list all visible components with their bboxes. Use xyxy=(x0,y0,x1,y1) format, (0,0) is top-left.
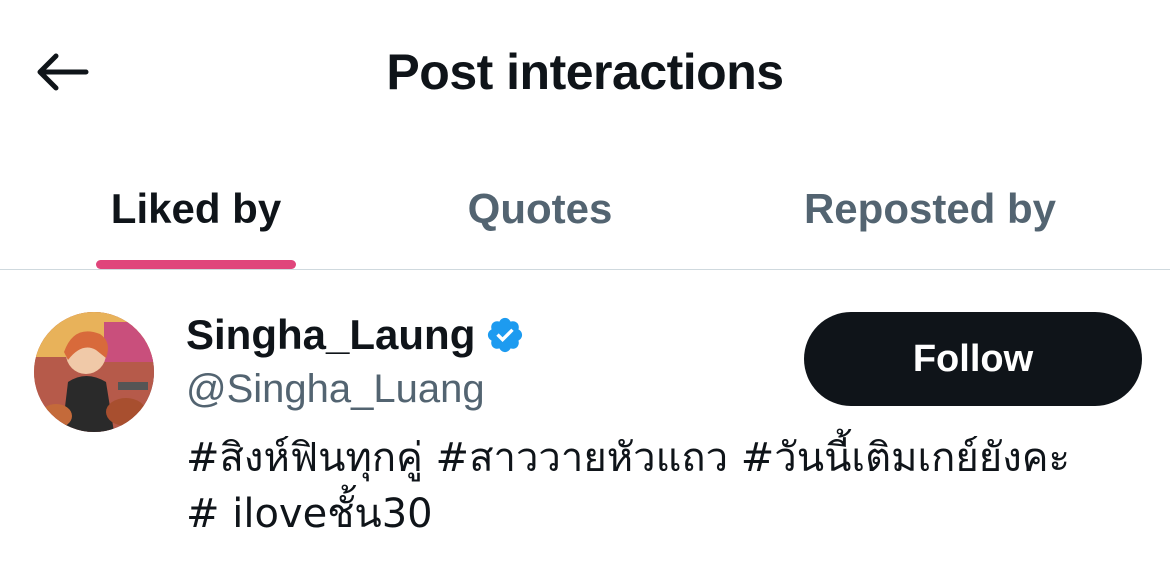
display-name[interactable]: Singha_Laung xyxy=(186,311,475,359)
follow-button[interactable]: Follow xyxy=(804,312,1142,406)
display-name-line: Singha_Laung xyxy=(186,306,525,364)
active-tab-indicator xyxy=(96,260,296,269)
bio-line: #สิงห์ฟินทุกคู่ #สาววายหัวแถว #วันนี้เติ… xyxy=(186,435,1070,481)
verified-badge-icon xyxy=(488,317,523,353)
top-bar: Post interactions xyxy=(0,0,1170,140)
tab-liked-by[interactable]: Liked by xyxy=(60,150,332,268)
avatar[interactable] xyxy=(34,312,154,432)
tab-quotes[interactable]: Quotes xyxy=(420,150,660,268)
tab-reposted-by[interactable]: Reposted by xyxy=(760,150,1100,268)
user-list-item[interactable]: Singha_Laung @Singha_Luang Follow #สิงห์… xyxy=(0,290,1170,579)
avatar-image xyxy=(34,312,154,432)
user-bio: #สิงห์ฟินทุกคู่ #สาววายหัวแถว #วันนี้เติ… xyxy=(186,430,1136,542)
bio-line: # iloveชั้น30 xyxy=(186,491,433,537)
user-handle: @Singha_Luang xyxy=(186,367,485,411)
tab-bar: Liked by Quotes Reposted by xyxy=(0,150,1170,270)
page-title: Post interactions xyxy=(386,44,784,100)
